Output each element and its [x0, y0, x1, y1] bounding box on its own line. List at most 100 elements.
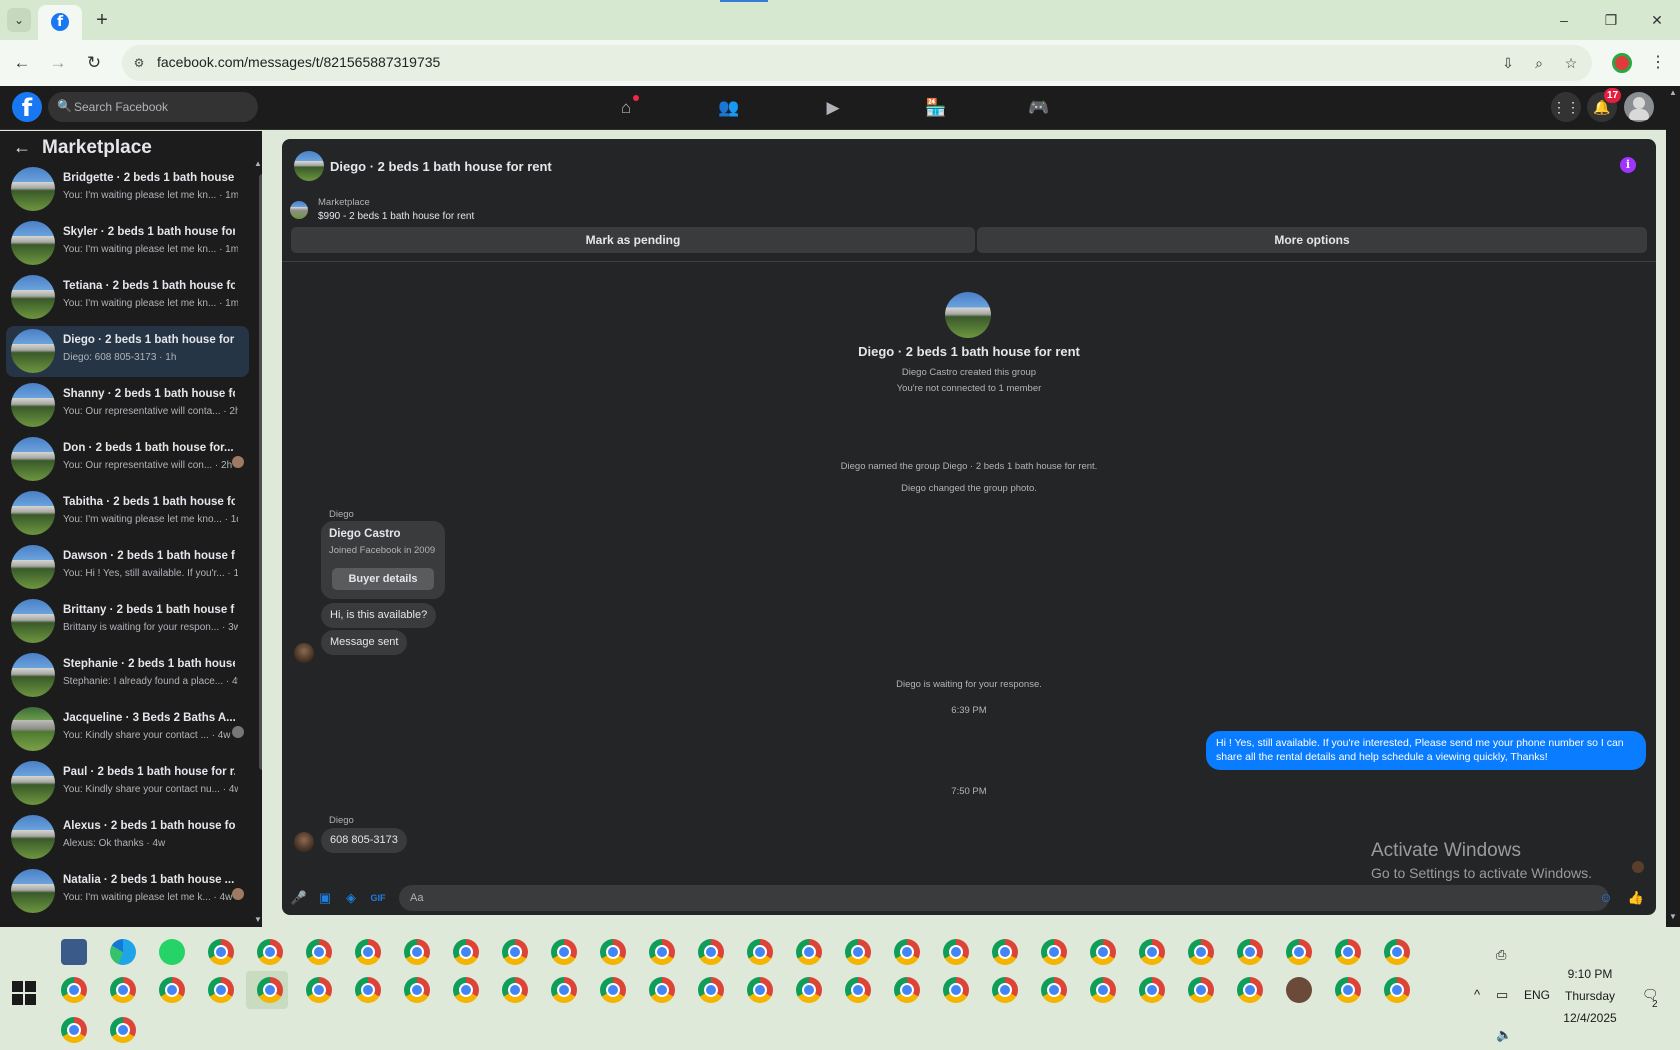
incoming-message[interactable]: 608 805-3173 [321, 828, 407, 853]
windows-start-icon[interactable] [12, 981, 36, 1005]
conversation-item[interactable]: Paul · 2 beds 1 bath house for r... You:… [6, 758, 249, 809]
zoom-icon[interactable]: ⌕ [1528, 53, 1550, 73]
browser-menu-icon[interactable]: ⋮ [1648, 51, 1668, 75]
chrome-icon[interactable] [1188, 977, 1214, 1003]
chrome-icon[interactable] [1286, 939, 1312, 965]
sender-avatar[interactable] [294, 643, 314, 663]
photo-icon[interactable]: ▣ [316, 889, 334, 907]
like-thumb-icon[interactable]: 👍 [1627, 889, 1645, 907]
url-text[interactable]: facebook.com/messages/t/821565887319735 [157, 54, 440, 70]
chrome-icon[interactable] [61, 977, 87, 1003]
chrome-icon[interactable] [698, 939, 724, 965]
chrome-icon[interactable] [943, 977, 969, 1003]
conversation-item[interactable]: Tetiana · 2 beds 1 bath house fo... You:… [6, 272, 249, 323]
sidebar-scrollbar[interactable]: ▲ ▼ [253, 159, 262, 927]
chrome-icon[interactable] [845, 939, 871, 965]
chrome-icon[interactable] [257, 977, 283, 1003]
facebook-search-input[interactable] [74, 92, 252, 122]
tab-facebook[interactable]: f [38, 5, 82, 40]
chrome-icon[interactable] [61, 1017, 87, 1043]
clock-date[interactable]: 12/4/2025 [1560, 1011, 1620, 1025]
chrome-icon[interactable] [257, 939, 283, 965]
chrome-icon[interactable] [600, 939, 626, 965]
whatsapp-icon[interactable] [159, 939, 185, 965]
facebook-logo-icon[interactable]: f [12, 92, 42, 122]
conversation-item[interactable]: Tabitha · 2 beds 1 bath house fo... You:… [6, 488, 249, 539]
chrome-icon[interactable] [1335, 939, 1361, 965]
chrome-icon[interactable] [1188, 939, 1214, 965]
chrome-icon[interactable] [110, 977, 136, 1003]
forward-arrow-icon[interactable]: → [46, 51, 70, 75]
chrome-icon[interactable] [600, 977, 626, 1003]
minimize-button[interactable]: – [1550, 8, 1578, 32]
chrome-icon[interactable] [649, 939, 675, 965]
incoming-message[interactable]: Message sent [321, 630, 408, 655]
conversation-item[interactable]: Shanny · 2 beds 1 bath house fo... You: … [6, 380, 249, 431]
volume-icon[interactable]: 🔈 [1496, 1027, 1512, 1043]
chrome-icon[interactable] [796, 939, 822, 965]
tab-search-chevron-icon[interactable]: ⌄ [7, 8, 31, 32]
conversation-item[interactable]: Skyler · 2 beds 1 bath house for... You:… [6, 218, 249, 269]
outgoing-message[interactable]: Hi ! Yes, still available. If you're int… [1206, 731, 1646, 770]
chrome-icon[interactable] [1237, 939, 1263, 965]
network-icon[interactable]: ▭ [1496, 987, 1508, 1003]
conversation-item[interactable]: Natalia · 2 beds 1 bath house ... You: I… [6, 866, 249, 917]
sender-avatar[interactable] [294, 832, 314, 852]
sticker-icon[interactable]: ◈ [342, 889, 360, 907]
chrome-icon[interactable] [306, 977, 332, 1003]
gif-icon[interactable]: GIF [369, 889, 387, 907]
buyer-name[interactable]: Diego Castro [329, 528, 401, 540]
chrome-icon[interactable] [747, 977, 773, 1003]
chrome-icon[interactable] [551, 939, 577, 965]
chrome-icon[interactable] [404, 977, 430, 1003]
chrome-icon[interactable] [1090, 977, 1116, 1003]
video-icon[interactable]: ▶ [818, 94, 848, 122]
chrome-icon[interactable] [355, 977, 381, 1003]
chrome-icon[interactable] [1335, 977, 1361, 1003]
chrome-icon[interactable] [1237, 977, 1263, 1003]
app-icon[interactable] [61, 939, 87, 965]
conversation-item-active[interactable]: Diego · 2 beds 1 bath house for ... Dieg… [6, 326, 249, 377]
chrome-icon[interactable] [502, 977, 528, 1003]
mark-as-pending-button[interactable]: Mark as pending [291, 227, 975, 253]
chrome-icon[interactable] [1139, 977, 1165, 1003]
reload-icon[interactable]: ↻ [82, 51, 106, 75]
chrome-icon[interactable] [1139, 939, 1165, 965]
chrome-icon[interactable] [1041, 977, 1067, 1003]
install-app-icon[interactable]: ⇩ [1497, 53, 1519, 73]
scroll-down-icon[interactable]: ▼ [254, 915, 262, 924]
incoming-message[interactable]: Hi, is this available? [321, 603, 437, 628]
chrome-icon[interactable] [1384, 977, 1410, 1003]
new-tab-button[interactable]: + [90, 8, 114, 32]
conversation-title[interactable]: Diego · 2 beds 1 bath house for rent [330, 159, 552, 174]
site-info-icon[interactable]: ⚙ [130, 54, 148, 72]
scroll-up-icon[interactable]: ▲ [1669, 88, 1677, 97]
clock-day[interactable]: Thursday [1560, 989, 1620, 1003]
conversation-item[interactable]: Jacqueline · 3 Beds 2 Baths A... You: Ki… [6, 704, 249, 755]
chrome-icon[interactable] [355, 939, 381, 965]
facebook-search[interactable]: 🔍 [48, 92, 258, 122]
chrome-icon[interactable] [453, 977, 479, 1003]
chrome-icon[interactable] [992, 977, 1018, 1003]
restore-button[interactable]: ❐ [1597, 8, 1625, 32]
bookmark-star-icon[interactable]: ☆ [1560, 53, 1582, 73]
message-input[interactable] [399, 885, 1609, 911]
language-indicator[interactable]: ENG [1524, 988, 1550, 1002]
group-avatar[interactable] [294, 151, 324, 181]
buyer-details-button[interactable]: Buyer details [332, 568, 434, 590]
conversation-item[interactable]: Alexus · 2 beds 1 bath house for... Alex… [6, 812, 249, 863]
page-scrollbar[interactable]: ▲ ▼ [1666, 86, 1680, 927]
chrome-icon[interactable] [110, 1017, 136, 1043]
scroll-up-icon[interactable]: ▲ [254, 159, 262, 168]
chrome-icon[interactable] [1090, 939, 1116, 965]
chrome-icon[interactable] [992, 939, 1018, 965]
chrome-icon[interactable] [208, 977, 234, 1003]
chrome-icon[interactable] [649, 977, 675, 1003]
conversation-item[interactable]: Stephanie · 2 beds 1 bath house... Steph… [6, 650, 249, 701]
conversation-item[interactable]: Dawson · 2 beds 1 bath house f... You: H… [6, 542, 249, 593]
scrollbar-thumb[interactable] [259, 174, 262, 770]
chrome-icon[interactable] [502, 939, 528, 965]
chrome-icon[interactable] [698, 977, 724, 1003]
home-icon[interactable]: ⌂ [611, 94, 641, 122]
info-icon[interactable]: i [1620, 157, 1636, 173]
